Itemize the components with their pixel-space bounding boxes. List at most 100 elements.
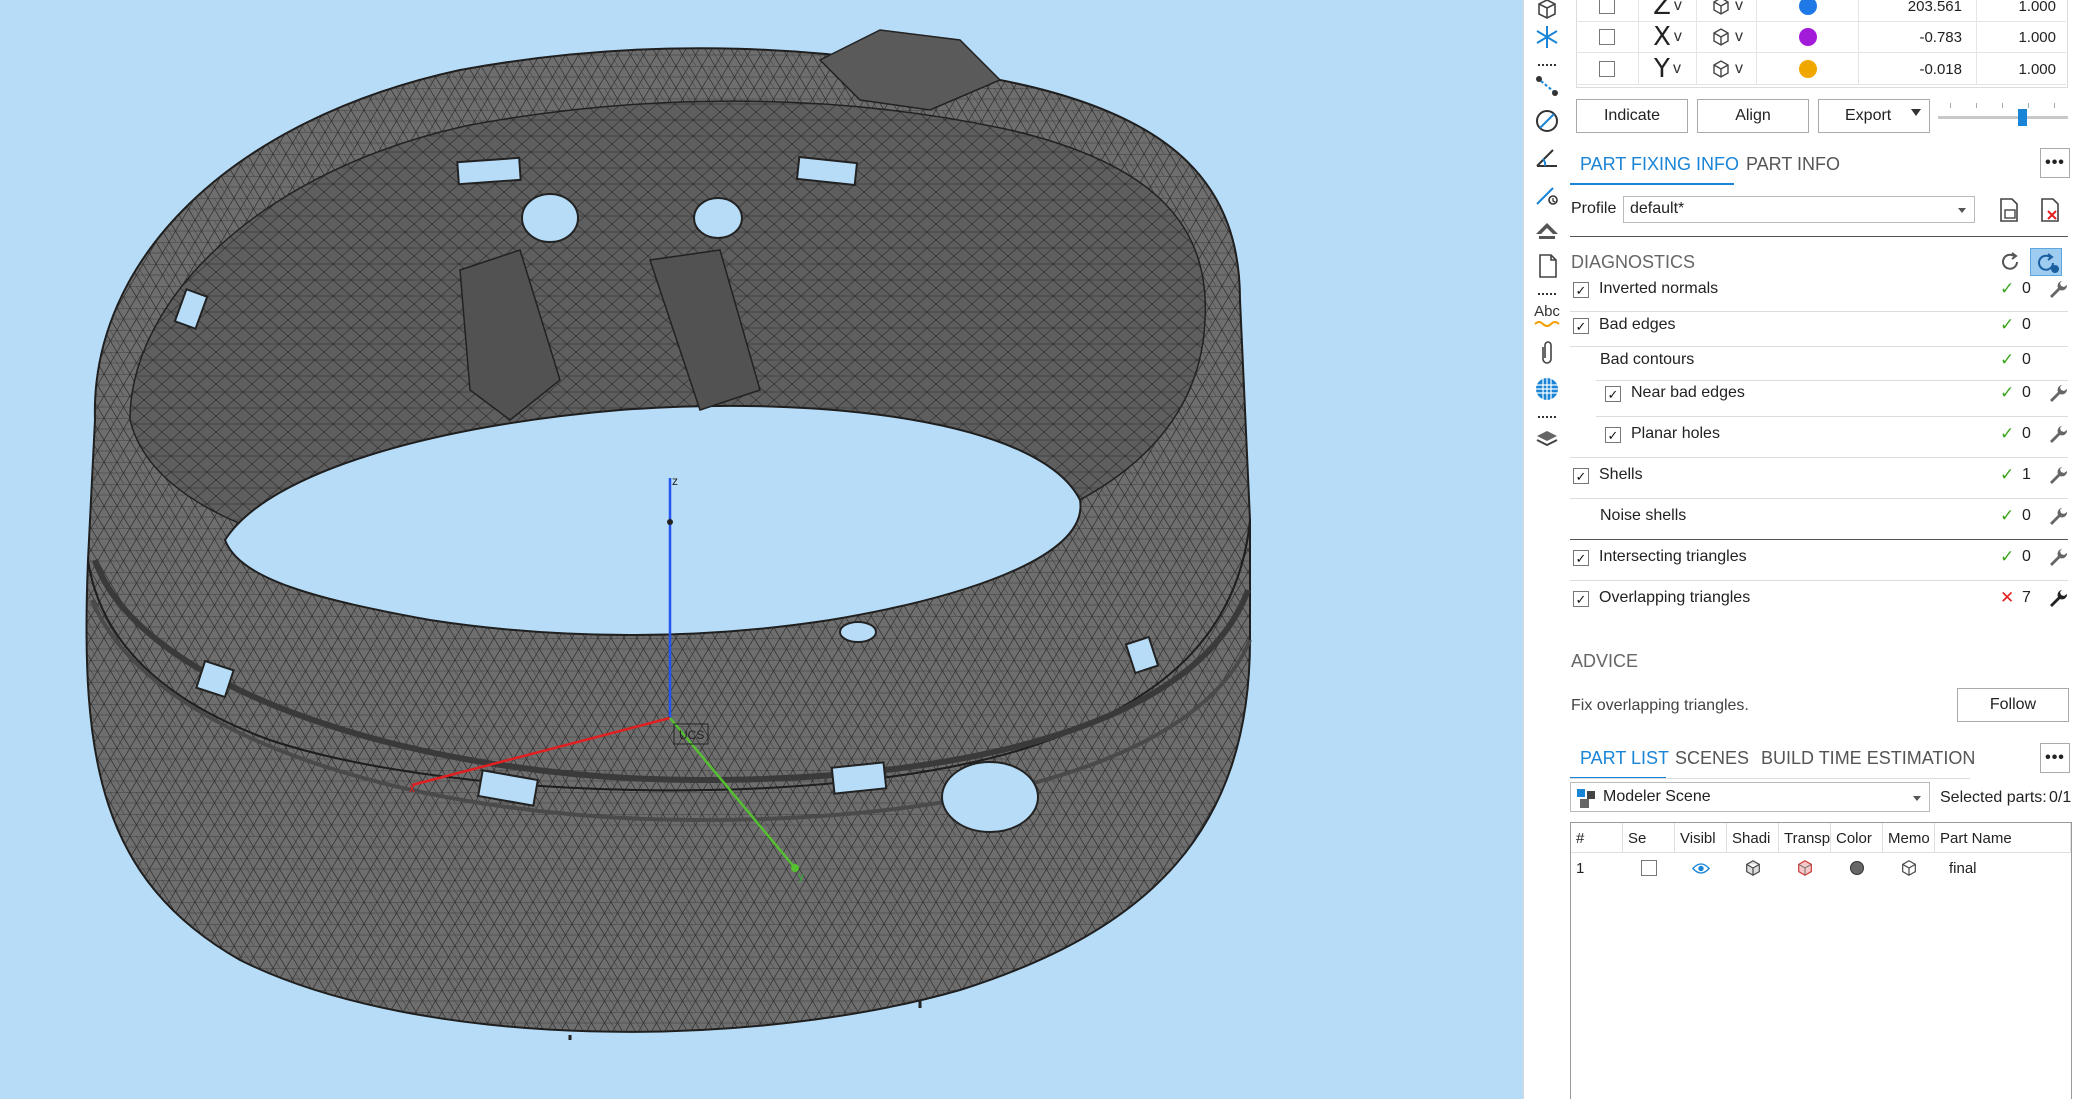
column-header[interactable]: Transp <box>1779 823 1831 853</box>
diagnostic-checkbox[interactable]: ✓ <box>1573 591 1589 607</box>
text-annotation-icon[interactable]: Abc <box>1532 300 1562 330</box>
column-header[interactable]: Memo <box>1883 823 1935 853</box>
scene-select[interactable]: Modeler Scene <box>1570 782 1930 812</box>
wrench-icon[interactable] <box>2048 424 2068 444</box>
shading-cube-icon[interactable] <box>1727 853 1779 883</box>
delete-profile-icon[interactable] <box>2036 196 2064 224</box>
axis-view-select[interactable]: v <box>1696 53 1756 85</box>
axis-color-cell[interactable] <box>1756 21 1858 53</box>
diagnostic-checkbox[interactable]: ✓ <box>1573 318 1589 334</box>
tab-build-time-estimation[interactable]: BUILD TIME ESTIMATION <box>1761 748 1975 769</box>
diagnostic-count: 0 <box>2022 548 2031 565</box>
axis-row-checkbox-cell <box>1576 0 1638 22</box>
diagnostic-count: 0 <box>2022 280 2031 297</box>
column-header[interactable]: Se <box>1623 823 1675 853</box>
diagnostic-count: 0 <box>2022 507 2031 524</box>
diagnostic-checkbox[interactable]: ✓ <box>1605 386 1621 402</box>
column-header[interactable]: Visibl <box>1675 823 1727 853</box>
row-select-cell[interactable] <box>1623 853 1675 883</box>
row-select-checkbox[interactable] <box>1641 860 1657 876</box>
row-index: 1 <box>1576 859 1585 877</box>
axis-color-cell[interactable] <box>1756 53 1858 85</box>
3d-viewport[interactable]: z x y UCS <box>0 0 1523 1099</box>
column-header[interactable]: # <box>1571 823 1623 853</box>
color-swatch-icon[interactable] <box>1831 853 1883 883</box>
axis-row: Xv v -0.783 1.000 <box>1576 21 2066 53</box>
transparency-cube-icon[interactable] <box>1779 853 1831 883</box>
axis-select[interactable]: Zv <box>1638 0 1696 22</box>
view-cube-icon[interactable] <box>1532 0 1562 24</box>
circle-measure-icon[interactable] <box>1532 106 1562 136</box>
part-list-more-button[interactable]: ••• <box>2040 743 2070 773</box>
page-icon[interactable] <box>1532 251 1562 281</box>
column-header[interactable]: Shadi <box>1727 823 1779 853</box>
diagnostic-checkbox[interactable]: ✓ <box>1573 468 1589 484</box>
slider-thumb[interactable] <box>2018 109 2027 126</box>
profile-value: default* <box>1630 200 1685 217</box>
check-icon: ✓ <box>2000 383 2015 402</box>
axis-letter: Z <box>1653 0 1671 21</box>
tab-part-fixing-info[interactable]: PART FIXING INFO <box>1580 154 1739 175</box>
wrench-icon[interactable] <box>2048 506 2068 526</box>
check-icon: ✓ <box>2000 424 2015 443</box>
axis-color-dot <box>1798 28 1817 46</box>
part-fixing-more-button[interactable]: ••• <box>2040 148 2070 178</box>
save-profile-icon[interactable] <box>1995 196 2023 224</box>
axis-select[interactable]: Yv <box>1638 53 1696 85</box>
axis-view-select[interactable]: v <box>1696 0 1756 22</box>
angle-measure-icon[interactable] <box>1532 143 1562 173</box>
wrench-icon[interactable] <box>2048 465 2068 485</box>
export-button[interactable]: Export <box>1818 99 1930 133</box>
right-panel: Zv v 203.561 1.000 Xv v -0.783 1.000 Yv v -0.018 1.… <box>1570 0 2077 1099</box>
diagnostic-checkbox[interactable]: ✓ <box>1605 427 1621 443</box>
tab-part-list[interactable]: PART LIST <box>1580 748 1669 769</box>
axis-checkbox[interactable] <box>1599 29 1615 45</box>
chevron-down-icon: v <box>1735 0 1743 14</box>
check-icon: ✓ <box>2000 465 2015 484</box>
axis-checkbox[interactable] <box>1599 61 1615 77</box>
column-header[interactable]: Part Name <box>1935 823 2071 853</box>
table-row[interactable]: 1 final <box>1571 853 2071 885</box>
profile-select[interactable]: default* <box>1623 196 1975 223</box>
wrench-icon[interactable] <box>2048 547 2068 567</box>
axis-view-select[interactable]: v <box>1696 21 1756 53</box>
axis-value: 203.561 <box>1858 0 1976 22</box>
axis-color-cell[interactable] <box>1756 0 1858 22</box>
axis-select[interactable]: Xv <box>1638 21 1696 53</box>
opacity-slider[interactable] <box>1938 102 2068 128</box>
part-list-grid[interactable]: # Se Visibl Shadi Transp Color Memo Part Name 1… <box>1570 822 2072 1099</box>
diagnostic-checkbox[interactable]: ✓ <box>1573 550 1589 566</box>
tool-strip: Abc <box>1523 0 1570 1099</box>
check-icon: ✓ <box>2000 279 2015 298</box>
wall-thickness-icon[interactable] <box>1532 215 1562 245</box>
axis-row-checkbox-cell <box>1576 21 1638 53</box>
memory-cube-icon[interactable] <box>1883 853 1935 883</box>
layers-icon[interactable] <box>1532 423 1562 453</box>
axis-checkbox[interactable] <box>1599 0 1615 14</box>
export-dropdown-icon[interactable] <box>1911 109 1921 116</box>
diagnostic-label: Near bad edges <box>1631 384 1745 401</box>
follow-button[interactable]: Follow <box>1957 688 2069 722</box>
wrench-icon[interactable] <box>2048 279 2068 299</box>
attachment-icon[interactable] <box>1532 338 1562 368</box>
tab-part-info[interactable]: PART INFO <box>1746 154 1840 175</box>
diagnostic-checkbox[interactable]: ✓ <box>1573 282 1589 298</box>
axis-letter: X <box>1653 22 1671 52</box>
tab-scenes[interactable]: SCENES <box>1675 748 1749 769</box>
visibility-eye-icon[interactable] <box>1675 853 1727 883</box>
column-header[interactable]: Color <box>1831 823 1883 853</box>
radius-measure-icon[interactable] <box>1532 179 1562 209</box>
diagnostic-label: Shells <box>1599 466 1643 483</box>
point-distance-icon[interactable] <box>1532 70 1562 100</box>
snowflake-icon[interactable] <box>1532 22 1562 52</box>
wrench-icon[interactable] <box>2048 383 2068 403</box>
diagnostic-count: 7 <box>2022 589 2031 606</box>
align-button[interactable]: Align <box>1697 99 1809 133</box>
axis-letter: Y <box>1654 54 1670 84</box>
check-icon: ✓ <box>2000 315 2015 334</box>
text-tool-label: Abc <box>1534 302 1560 320</box>
indicate-button[interactable]: Indicate <box>1576 99 1688 133</box>
mesh-grid-icon[interactable] <box>1532 374 1562 404</box>
mesh-render[interactable]: z x y UCS <box>0 0 1523 1099</box>
wrench-icon[interactable] <box>2048 588 2068 608</box>
